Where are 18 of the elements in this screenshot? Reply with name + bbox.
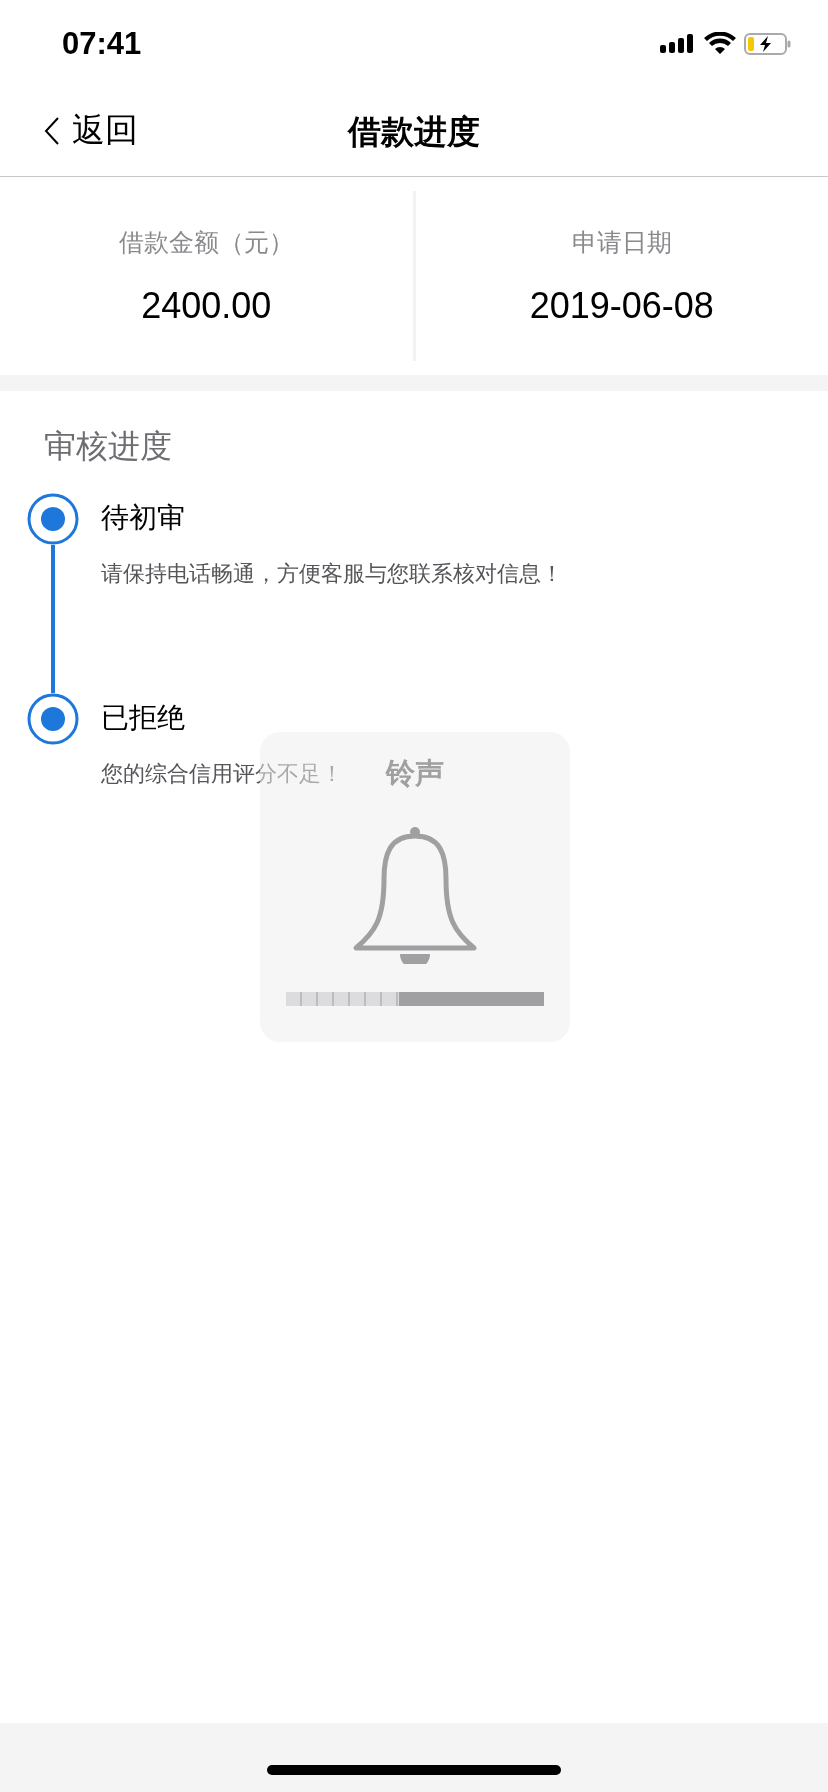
chevron-left-icon [44,115,60,146]
overlay-title: 铃声 [386,755,444,792]
step-title: 待初审 [101,500,186,536]
summary-value: 2019-06-08 [529,284,714,327]
home-indicator[interactable] [267,1765,561,1775]
section-title: 审核进度 [44,426,173,467]
step-description: 请保持电话畅通，方便客服与您联系核对信息！ [101,560,563,588]
step-description: 您的综合信用评分不足！ [101,760,343,788]
status-time: 07:41 [62,26,142,62]
summary-value: 2400.00 [141,284,272,327]
summary-label: 申请日期 [571,226,672,259]
wifi-icon [704,32,736,56]
page-title: 借款进度 [348,110,480,153]
battery-icon [744,32,792,56]
step-title: 已拒绝 [101,700,186,736]
back-button[interactable]: 返回 [44,108,138,153]
signal-icon [660,32,696,56]
summary-label: 借款金额（元） [118,226,294,259]
